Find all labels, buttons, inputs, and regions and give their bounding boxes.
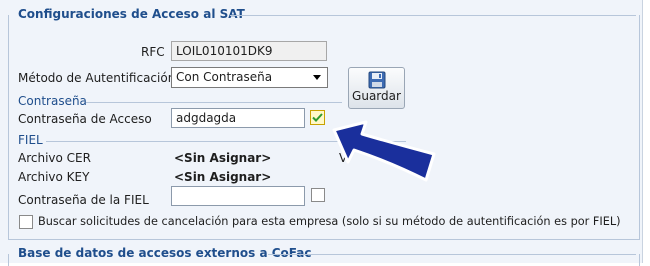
cer-label: Archivo CER: [18, 151, 91, 165]
contrasena-group-line: [86, 102, 342, 103]
password-field[interactable]: adgdagda: [171, 108, 305, 128]
save-button[interactable]: Guardar: [348, 67, 405, 109]
rfc-label: RFC: [141, 45, 165, 59]
annotation-arrow-icon: [332, 120, 436, 182]
auth-method-label: Método de Autentificación: [18, 71, 176, 85]
key-label: Archivo KEY: [18, 170, 90, 184]
fiel-show-password-checkbox[interactable]: [311, 188, 325, 202]
contrasena-group-title: Contraseña: [18, 94, 87, 108]
check-mark-icon: [312, 113, 323, 122]
fiel-password-label: Contraseña de la FIEL: [18, 193, 149, 207]
password-label: Contraseña de Acceso: [18, 112, 152, 126]
cer-value: <Sin Asignar>: [174, 151, 272, 165]
show-password-checkbox[interactable]: [310, 110, 325, 125]
floppy-disk-icon: [368, 71, 386, 89]
save-button-label: Guardar: [352, 89, 401, 103]
cancel-search-checkbox[interactable]: [19, 215, 33, 229]
chevron-down-icon: [313, 75, 321, 80]
fiel-group-title: FIEL: [18, 133, 43, 147]
rfc-field[interactable]: LOIL010101DK9: [171, 41, 327, 61]
auth-method-select[interactable]: Con Contraseña: [171, 67, 328, 88]
cancel-search-label: Buscar solicitudes de cancelación para e…: [38, 215, 621, 228]
key-value: <Sin Asignar>: [174, 170, 272, 184]
settings-panel: Configuraciones de Acceso al SAT RFC LOI…: [0, 0, 643, 266]
external-group-border: [8, 254, 640, 266]
fiel-password-field[interactable]: [171, 186, 305, 206]
auth-method-value: Con Contraseña: [176, 70, 273, 84]
